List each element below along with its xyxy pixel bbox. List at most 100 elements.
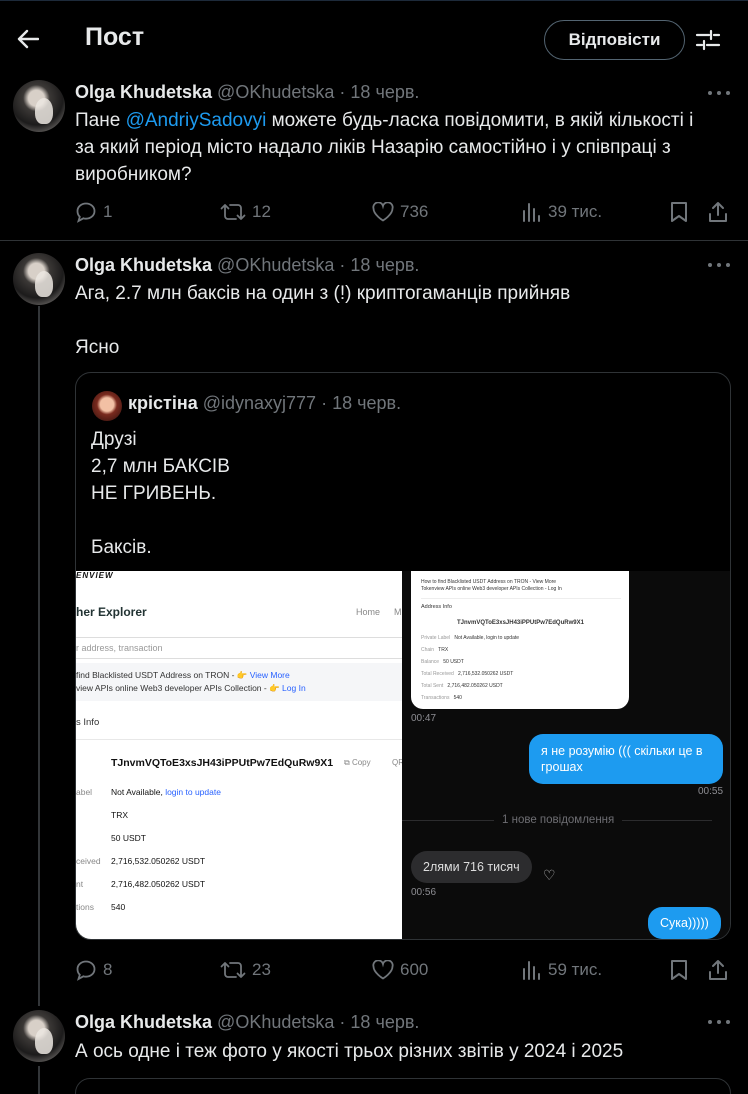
image-row: Balance 50 USDT <box>421 659 464 665</box>
author-handle[interactable]: @OKhudetska <box>217 82 334 102</box>
explorer-nav-m: M <box>394 607 402 617</box>
quote-avatar <box>92 391 122 421</box>
avatar[interactable] <box>13 80 65 132</box>
share-action[interactable] <box>708 199 728 225</box>
tweet-meta: Olga Khudetska @OKhudetska · 18 черв. <box>75 82 419 103</box>
link: Log In <box>282 683 306 693</box>
sliders-icon <box>695 29 721 51</box>
author-handle[interactable]: @OKhudetska <box>217 1012 334 1032</box>
new-messages-divider: 1 нове повідомлення <box>402 814 730 826</box>
reply-action[interactable]: 8 <box>75 957 112 983</box>
views-count: 59 тис. <box>548 960 603 979</box>
meta-dot: · <box>339 1012 346 1032</box>
outgoing-message: Сука))))) <box>648 907 721 939</box>
explorer-header: her Explorer Home M <box>76 593 402 629</box>
tweet-text: Пане @AndriySadovyi можете будь-ласка по… <box>75 107 735 188</box>
more-icon[interactable] <box>708 1017 730 1027</box>
image-row: Total Received 2,716,532.050262 USDT <box>421 671 514 677</box>
bookmark-icon <box>671 202 687 222</box>
media-card-top <box>75 1078 731 1094</box>
like-action[interactable]: 600 <box>372 957 428 983</box>
views-count: 39 тис. <box>548 202 603 221</box>
heart-icon <box>372 960 394 980</box>
tweet-1[interactable]: Olga Khudetska @OKhudetska · 18 черв. Па… <box>0 76 748 240</box>
explorer-nav-home: Home <box>356 607 381 617</box>
divider <box>421 598 621 599</box>
filter-button[interactable] <box>695 27 721 53</box>
image-section: Address Info <box>421 604 452 610</box>
link: View More <box>249 670 290 680</box>
like-count: 736 <box>400 202 429 221</box>
explorer-section: s Info <box>76 717 100 728</box>
author-handle[interactable]: @OKhudetska <box>217 255 334 275</box>
tweet-text: Ага, 2.7 млн баксів на один з (!) крипто… <box>75 280 735 361</box>
repost-count: 12 <box>252 202 271 221</box>
tweet-date[interactable]: 18 черв. <box>350 255 419 275</box>
tweet-meta: Olga Khudetska @OKhudetska · 18 черв. <box>75 1012 419 1033</box>
text-line: за який період місто надало ліків Назарі… <box>75 137 671 158</box>
tweet-date[interactable]: 18 черв. <box>350 82 419 102</box>
quote-text: Друзі 2,7 млн БАКСІВ НЕ ГРИВЕНЬ. Баксів. <box>91 429 230 558</box>
message-time: 00:55 <box>698 786 724 797</box>
text-line: виробником? <box>75 164 192 185</box>
explorer-screenshot[interactable]: ENVIEW her Explorer Home M r address, tr… <box>76 571 402 939</box>
meta-dot: · <box>339 255 346 275</box>
mention-link[interactable]: @AndriySadovyi <box>126 110 267 131</box>
repost-action[interactable]: 23 <box>220 957 271 983</box>
back-button[interactable] <box>14 25 42 53</box>
meta-dot: · <box>339 82 346 102</box>
repost-icon <box>220 962 246 978</box>
image-address: TJnvmVQToE3xsJH43iPPUtPw7EdQuRw9X1 <box>457 620 584 626</box>
avatar[interactable] <box>13 253 65 305</box>
image-row: Total Sent 2,716,482.050262 USDT <box>421 683 503 689</box>
like-action[interactable]: 736 <box>372 199 428 225</box>
author-name[interactable]: Olga Khudetska <box>75 82 212 102</box>
bookmark-action[interactable] <box>670 957 688 983</box>
explorer-brand: her Explorer <box>76 605 147 619</box>
bookmark-icon <box>671 960 687 980</box>
more-icon[interactable] <box>708 88 730 98</box>
qr-label: QR <box>392 758 402 767</box>
author-name[interactable]: Olga Khudetska <box>75 1012 212 1032</box>
author-name[interactable]: Olga Khudetska <box>75 255 212 275</box>
reply-count: 1 <box>103 202 113 221</box>
repost-icon <box>220 204 246 220</box>
image-line: Tokenview APIs online Web3 developer API… <box>421 586 562 592</box>
views-action[interactable]: 39 тис. <box>522 199 602 225</box>
views-action[interactable]: 59 тис. <box>522 957 602 983</box>
share-icon <box>709 202 727 222</box>
quoted-tweet[interactable]: крістіна @idynaxyj777 · 18 черв. Друзі 2… <box>75 372 731 940</box>
react-icon: ♡ <box>543 867 556 883</box>
tweet-3[interactable]: Olga Khudetska @OKhudetska · 18 черв. А … <box>0 998 748 1094</box>
reply-action[interactable]: 1 <box>75 199 112 225</box>
text-line: Ясно <box>75 337 120 358</box>
page-title: Пост <box>85 23 145 51</box>
chat-screenshot[interactable]: How to find Blacklisted USDT Address on … <box>402 571 730 939</box>
message-time: 00:47 <box>411 713 437 724</box>
heart-icon <box>372 202 394 222</box>
image-row: Chain TRX <box>421 647 449 653</box>
arrow-left-icon <box>17 29 39 49</box>
explorer-links: find Blacklisted USDT Address on TRON - … <box>76 670 306 693</box>
views-icon <box>523 203 540 222</box>
tweet-date[interactable]: 18 черв. <box>350 1012 419 1032</box>
image-line: How to find Blacklisted USDT Address on … <box>421 579 557 585</box>
message-time: 00:56 <box>411 887 437 898</box>
share-action[interactable] <box>708 957 728 983</box>
reply-button[interactable]: Відповісти <box>544 20 685 60</box>
repost-action[interactable]: 12 <box>220 199 271 225</box>
more-icon[interactable] <box>708 260 730 270</box>
post-header: Пост Відповісти <box>0 0 748 76</box>
bookmark-action[interactable] <box>670 199 688 225</box>
thread-line <box>38 1066 40 1094</box>
explorer-search: r address, transaction <box>76 637 402 659</box>
meta-dot: · <box>321 393 328 413</box>
avatar[interactable] <box>13 1010 65 1062</box>
tweet-actions: 1 12 736 39 тис. <box>75 199 735 225</box>
text-line: Ага, 2.7 млн баксів на один з (!) крипто… <box>75 283 571 304</box>
explorer-address: TJnvmVQToE3xsJH43iPPUtPw7EdQuRw9X1 <box>111 757 334 769</box>
share-icon <box>709 960 727 980</box>
tweet-2[interactable]: Olga Khudetska @OKhudetska · 18 черв. Аг… <box>0 241 748 1001</box>
text-line: можете будь-ласка повідомити, в якій кіл… <box>266 110 694 131</box>
repost-count: 23 <box>252 960 271 979</box>
